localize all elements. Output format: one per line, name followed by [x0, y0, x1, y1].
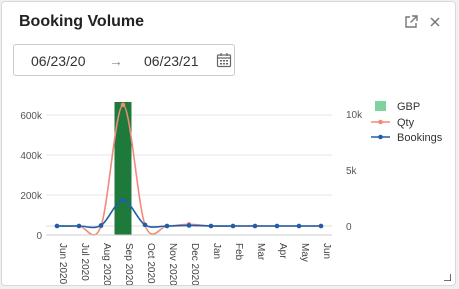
booking-volume-widget: Booking Volume 06/23/20 → 06/23/21 0 200…: [1, 1, 456, 286]
x-axis-tick-label: May: [299, 243, 310, 262]
point-bookings: [120, 197, 126, 203]
point-bookings: [230, 223, 236, 229]
x-axis-tick-label: Dec 2020: [189, 243, 200, 286]
point-bookings: [76, 223, 82, 229]
point-bookings: [208, 223, 214, 229]
point-bookings: [186, 223, 192, 228]
point-bookings: [54, 223, 60, 229]
left-axis-tick-label: 0: [36, 231, 42, 242]
legend-label-gbp: GBP: [397, 101, 420, 113]
point-bookings: [318, 223, 324, 229]
point-bookings: [252, 223, 258, 229]
left-axis-tick-label: 200k: [20, 191, 43, 202]
right-axis-tick-label: 10k: [346, 110, 363, 121]
legend-label-qty: Qty: [397, 117, 415, 129]
point-bookings: [164, 223, 170, 229]
x-axis-tick-label: Jul 2020: [79, 243, 90, 281]
x-axis-tick-label: Mar: [255, 243, 266, 261]
x-axis-tick-label: Jun 2020: [57, 243, 68, 285]
legend-label-bookings: Bookings: [397, 132, 443, 144]
resize-handle-icon[interactable]: [444, 274, 451, 281]
point-bookings: [98, 223, 104, 228]
series-line-qty: [57, 104, 321, 236]
right-axis-tick-label: 0: [346, 222, 352, 233]
left-axis-tick-label: 600k: [20, 111, 43, 122]
legend-swatch-gbp: [375, 101, 386, 111]
point-bookings: [142, 222, 148, 228]
x-axis-tick-label: Nov 2020: [167, 243, 178, 286]
x-axis-tick-label: Apr: [277, 243, 288, 259]
right-axis-tick-label: 5k: [346, 166, 358, 177]
x-axis-tick-label: Feb: [233, 243, 244, 261]
x-axis-tick-label: Aug 2020: [101, 243, 112, 286]
x-axis-tick-label: Sep 2020: [123, 243, 134, 286]
x-axis-tick-label: Jun: [321, 243, 332, 259]
point-bookings: [274, 223, 280, 229]
point-qty: [120, 102, 126, 108]
booking-volume-chart: 0 200k 400k 600k 0 5k 10k Jun 2020 Jul 2020 Aug 2…: [20, 101, 443, 286]
x-axis-tick-label: Jan: [211, 243, 222, 259]
legend-marker-bookings: [378, 134, 383, 140]
x-axis-tick-label: Oct 2020: [145, 243, 156, 284]
point-bookings: [296, 223, 302, 229]
legend-marker-qty: [378, 119, 383, 125]
left-axis-tick-label: 400k: [20, 151, 43, 162]
